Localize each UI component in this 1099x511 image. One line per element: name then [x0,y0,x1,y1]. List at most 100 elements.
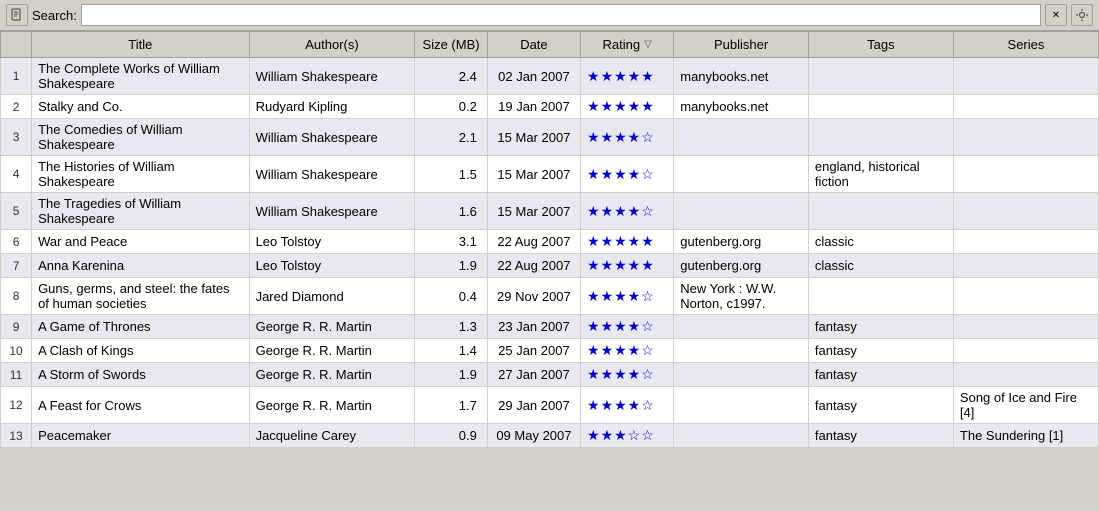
row-date: 15 Mar 2007 [487,193,580,230]
col-header-date[interactable]: Date [487,32,580,58]
row-series [953,339,1098,363]
search-settings-button[interactable] [1071,4,1093,26]
row-authors: William Shakespeare [249,58,415,95]
table-row[interactable]: 5 The Tragedies of William Shakespeare W… [1,193,1099,230]
search-icon-button[interactable] [6,4,28,26]
row-series [953,95,1098,119]
row-rating: ★★★★☆ [581,339,674,363]
row-rating: ★★★★☆ [581,363,674,387]
col-header-title[interactable]: Title [32,32,250,58]
row-title: Anna Karenina [32,254,250,278]
table-row[interactable]: 11 A Storm of Swords George R. R. Martin… [1,363,1099,387]
row-title: The Tragedies of William Shakespeare [32,193,250,230]
row-rating: ★★★★★ [581,58,674,95]
row-date: 09 May 2007 [487,424,580,448]
row-series [953,315,1098,339]
row-tags: england, historical fiction [808,156,953,193]
stars-display: ★★★★☆ [587,288,655,304]
table-row[interactable]: 8 Guns, germs, and steel: the fates of h… [1,278,1099,315]
col-header-rating[interactable]: Rating ▽ [581,32,674,58]
row-num: 10 [1,339,32,363]
row-title: Guns, germs, and steel: the fates of hum… [32,278,250,315]
row-series [953,254,1098,278]
stars-display: ★★★★☆ [587,318,655,334]
row-tags: fantasy [808,339,953,363]
row-rating: ★★★☆☆ [581,424,674,448]
row-publisher [674,339,809,363]
row-date: 22 Aug 2007 [487,254,580,278]
row-date: 25 Jan 2007 [487,339,580,363]
row-size: 1.9 [415,254,488,278]
row-size: 0.2 [415,95,488,119]
row-publisher [674,193,809,230]
col-header-publisher[interactable]: Publisher [674,32,809,58]
stars-display: ★★★★☆ [587,342,655,358]
table-row[interactable]: 3 The Comedies of William Shakespeare Wi… [1,119,1099,156]
row-title: A Clash of Kings [32,339,250,363]
row-series: Song of Ice and Fire [4] [953,387,1098,424]
row-date: 29 Jan 2007 [487,387,580,424]
rating-sort-icon: ▽ [644,39,652,50]
row-tags [808,278,953,315]
table-row[interactable]: 2 Stalky and Co. Rudyard Kipling 0.2 19 … [1,95,1099,119]
row-num: 6 [1,230,32,254]
row-rating: ★★★★★ [581,230,674,254]
book-table-container[interactable]: Title Author(s) Size (MB) Date Rating ▽ … [0,31,1099,508]
row-date: 29 Nov 2007 [487,278,580,315]
row-tags [808,58,953,95]
stars-display: ★★★★☆ [587,397,655,413]
table-row[interactable]: 1 The Complete Works of William Shakespe… [1,58,1099,95]
col-header-num [1,32,32,58]
table-row[interactable]: 4 The Histories of William Shakespeare W… [1,156,1099,193]
row-num: 1 [1,58,32,95]
row-rating: ★★★★☆ [581,193,674,230]
search-clear-button[interactable]: ✕ [1045,4,1067,26]
row-rating: ★★★★★ [581,95,674,119]
row-rating: ★★★★☆ [581,278,674,315]
row-publisher: manybooks.net [674,95,809,119]
col-header-tags[interactable]: Tags [808,32,953,58]
col-header-authors[interactable]: Author(s) [249,32,415,58]
row-title: A Feast for Crows [32,387,250,424]
col-header-size[interactable]: Size (MB) [415,32,488,58]
row-tags: fantasy [808,363,953,387]
row-authors: William Shakespeare [249,156,415,193]
row-authors: Leo Tolstoy [249,254,415,278]
table-row[interactable]: 12 A Feast for Crows George R. R. Martin… [1,387,1099,424]
row-series [953,119,1098,156]
row-series [953,58,1098,95]
row-publisher [674,156,809,193]
stars-display: ★★★★☆ [587,166,655,182]
row-series: The Sundering [1] [953,424,1098,448]
row-num: 3 [1,119,32,156]
table-row[interactable]: 6 War and Peace Leo Tolstoy 3.1 22 Aug 2… [1,230,1099,254]
row-title: War and Peace [32,230,250,254]
row-authors: George R. R. Martin [249,387,415,424]
row-size: 1.6 [415,193,488,230]
row-num: 5 [1,193,32,230]
stars-display: ★★★★☆ [587,366,655,382]
table-row[interactable]: 7 Anna Karenina Leo Tolstoy 1.9 22 Aug 2… [1,254,1099,278]
stars-display: ★★★★☆ [587,129,655,145]
table-row[interactable]: 9 A Game of Thrones George R. R. Martin … [1,315,1099,339]
row-rating: ★★★★☆ [581,387,674,424]
row-rating: ★★★★☆ [581,156,674,193]
row-num: 13 [1,424,32,448]
row-size: 1.5 [415,156,488,193]
table-row[interactable]: 13 Peacemaker Jacqueline Carey 0.9 09 Ma… [1,424,1099,448]
row-series [953,363,1098,387]
table-row[interactable]: 10 A Clash of Kings George R. R. Martin … [1,339,1099,363]
row-date: 27 Jan 2007 [487,363,580,387]
search-label: Search: [32,8,77,23]
row-authors: George R. R. Martin [249,339,415,363]
row-num: 2 [1,95,32,119]
search-input[interactable] [81,4,1041,26]
row-authors: George R. R. Martin [249,315,415,339]
row-size: 1.7 [415,387,488,424]
row-publisher [674,315,809,339]
row-publisher: gutenberg.org [674,254,809,278]
row-title: A Storm of Swords [32,363,250,387]
search-bar: Search: ✕ [0,0,1099,31]
row-num: 4 [1,156,32,193]
col-header-series[interactable]: Series [953,32,1098,58]
